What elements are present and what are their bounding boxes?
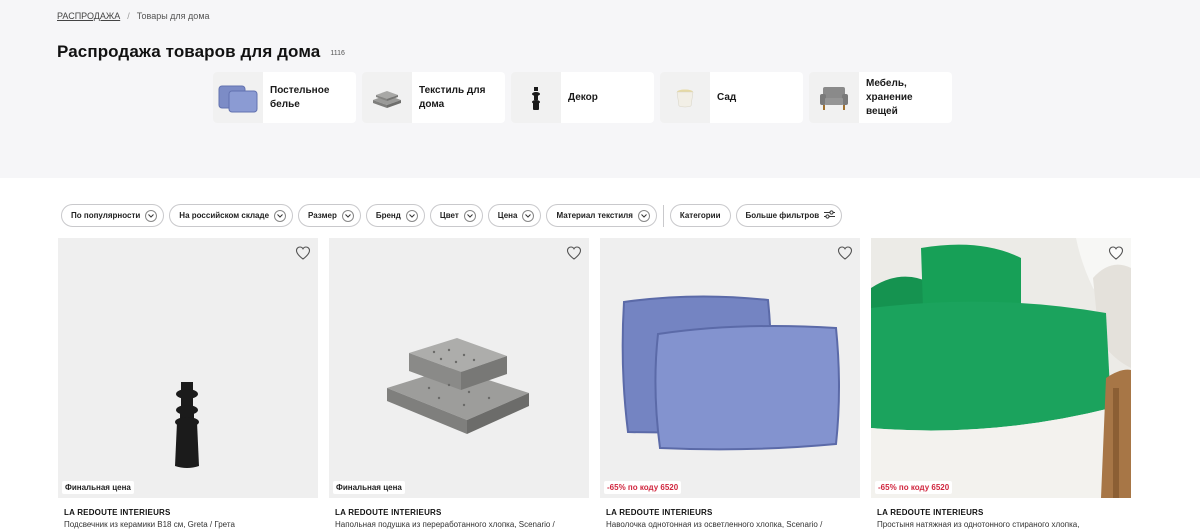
category-label: Декор — [568, 91, 598, 103]
pillow-icon — [213, 72, 263, 123]
product-card[interactable]: Финальная цена LA REDOUTE INTERIEURS Нап… — [329, 238, 589, 529]
more-filters-button[interactable]: Больше фильтров — [735, 204, 843, 227]
category-tile-textile[interactable]: Текстиль для дома — [362, 72, 505, 123]
sort-popularity-dropdown[interactable]: По популярности — [61, 204, 165, 227]
heart-icon[interactable] — [837, 245, 853, 261]
product-image[interactable]: -65% по коду 6520 — [600, 238, 860, 498]
filter-color[interactable]: Цвет — [429, 204, 483, 227]
chip-label: Больше фильтров — [745, 211, 820, 220]
price-badge: Финальная цена — [62, 481, 134, 494]
chevron-down-icon — [522, 209, 535, 222]
product-card[interactable]: -65% по коду 6520 LA REDOUTE INTERIEURS … — [600, 238, 860, 529]
category-label: Постельное белье — [270, 84, 330, 110]
page-title: Распродажа товаров для дома — [57, 42, 321, 61]
cushion-icon — [362, 72, 412, 123]
product-card[interactable]: Финальная цена LA REDOUTE INTERIEURS Под… — [58, 238, 318, 529]
filter-price[interactable]: Цена — [487, 204, 542, 227]
chevron-down-icon — [637, 209, 650, 222]
breadcrumb: РАСПРОДАЖА / Товары для дома — [57, 11, 210, 21]
candlestick-icon — [511, 72, 561, 123]
title-row: Распродажа товаров для дома 1116 — [57, 42, 345, 62]
heart-icon[interactable] — [1108, 245, 1124, 261]
breadcrumb-current: Товары для дома — [136, 11, 210, 21]
sliders-icon — [824, 210, 836, 221]
category-label: Мебель, хранение вещей — [866, 77, 913, 117]
product-image[interactable]: -65% по коду 6520 — [871, 238, 1131, 498]
chip-label: По популярности — [71, 211, 141, 220]
armchair-icon — [809, 72, 859, 123]
filter-divider — [662, 204, 664, 227]
product-image[interactable]: Финальная цена — [329, 238, 589, 498]
filter-size[interactable]: Размер — [298, 204, 361, 227]
chevron-down-icon — [274, 209, 287, 222]
filter-brand[interactable]: Бренд — [365, 204, 425, 227]
filter-categories[interactable]: Категории — [669, 204, 731, 227]
chip-label: Размер — [308, 211, 337, 220]
chevron-down-icon — [145, 209, 158, 222]
price-badge: Финальная цена — [333, 481, 405, 494]
heart-icon[interactable] — [566, 245, 582, 261]
header-area: РАСПРОДАЖА / Товары для дома Распродажа … — [0, 0, 1200, 178]
product-card[interactable]: -65% по коду 6520 LA REDOUTE INTERIEURS … — [871, 238, 1131, 529]
chip-label: Цвет — [439, 211, 459, 220]
promo-badge: -65% по коду 6520 — [875, 481, 953, 494]
chevron-down-icon — [341, 209, 354, 222]
product-brand: LA REDOUTE INTERIEURS — [877, 508, 984, 517]
chip-label: Бренд — [375, 211, 401, 220]
filter-russian-warehouse[interactable]: На российском складе — [169, 204, 294, 227]
category-label: Текстиль для дома — [419, 84, 486, 110]
category-tile-decor[interactable]: Декор — [511, 72, 654, 123]
chip-label: Материал текстиля — [556, 211, 633, 220]
product-brand: LA REDOUTE INTERIEURS — [64, 508, 171, 517]
promo-badge: -65% по коду 6520 — [604, 481, 682, 494]
chevron-down-icon — [463, 209, 476, 222]
category-tile-furniture[interactable]: Мебель, хранение вещей — [809, 72, 952, 123]
chip-label: Категории — [679, 211, 721, 220]
planter-icon — [660, 72, 710, 123]
category-tile-garden[interactable]: Сад — [660, 72, 803, 123]
category-tiles: Постельное белье Текстиль для дома Декор… — [213, 72, 952, 123]
category-tile-bedding[interactable]: Постельное белье — [213, 72, 356, 123]
chevron-down-icon — [405, 209, 418, 222]
product-brand: LA REDOUTE INTERIEURS — [606, 508, 713, 517]
product-grid: Финальная цена LA REDOUTE INTERIEURS Под… — [58, 238, 1131, 529]
breadcrumb-link-sale[interactable]: РАСПРОДАЖА — [57, 11, 120, 21]
product-image[interactable]: Финальная цена — [58, 238, 318, 498]
category-label: Сад — [717, 91, 737, 103]
chip-label: Цена — [497, 211, 518, 220]
product-brand: LA REDOUTE INTERIEURS — [335, 508, 442, 517]
filter-textile-material[interactable]: Материал текстиля — [546, 204, 657, 227]
filter-bar: По популярности На российском складе Раз… — [61, 204, 843, 227]
heart-icon[interactable] — [295, 245, 311, 261]
chip-label: На российском складе — [179, 211, 270, 220]
product-count: 1116 — [330, 50, 345, 57]
breadcrumb-separator: / — [127, 11, 130, 21]
